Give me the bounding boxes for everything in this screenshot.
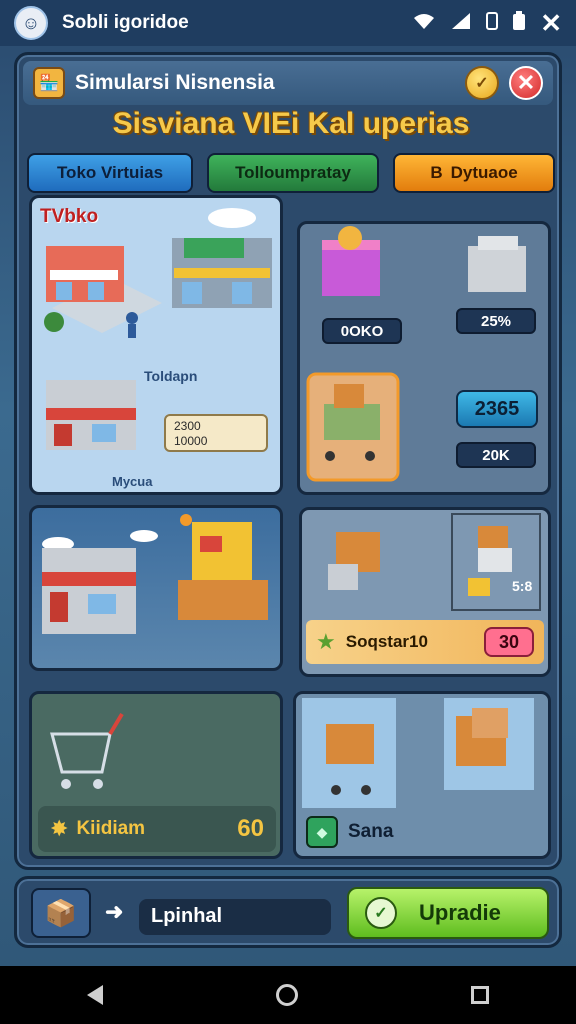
sale-label: Sana (348, 821, 394, 842)
value-badge: 2365 (456, 390, 538, 428)
battery-icon (512, 10, 526, 36)
star-icon: ★ (316, 629, 336, 654)
price-tag-3: 20K (456, 442, 536, 468)
shop-building-card[interactable] (29, 505, 283, 671)
status-icons: ✕ (412, 8, 562, 39)
recent-apps-icon[interactable] (471, 986, 490, 1004)
panel-header: 🏪 Simularsi Nisnensia ✓ ✕ (23, 61, 553, 105)
store-caption: Mycua (112, 474, 153, 489)
price-tag-1: 0OKO (322, 318, 402, 344)
system-nav-bar (0, 966, 576, 1024)
store-scene-card[interactable]: TVbko Toldapn 2300 10000 Mycua (29, 195, 283, 495)
goods-bar: ★ Soqstar10 30 (306, 620, 544, 664)
tab-toko-virtuias[interactable]: Toko Virtuias (27, 153, 193, 193)
home-icon[interactable] (275, 984, 298, 1006)
item-name-field[interactable]: Lpinhal (139, 899, 331, 935)
banner-title: Sisviana VIEi Kal uperias (112, 107, 470, 140)
cart-label: Kiidiam (76, 818, 146, 839)
tab-label: Toko Virtuias (56, 163, 164, 182)
arrow-right-icon: ➜ (105, 899, 124, 924)
cart-bar: ✸ Kiidiam 60 (38, 806, 276, 852)
upgrade-label: Upradie (419, 900, 501, 925)
tab-label: Dytuaoe (450, 163, 518, 182)
panel-title: Simularsi Nisnensia (75, 71, 275, 94)
sim-icon (486, 11, 499, 35)
sale-illustration (302, 698, 534, 808)
shield-icon: ◆ (306, 816, 338, 848)
tab-dytuaoe[interactable]: B Dytuaoe (393, 153, 555, 193)
cart-value: 60 (237, 815, 264, 842)
sale-bar: ◆ Sana (306, 812, 393, 852)
back-icon[interactable] (86, 985, 103, 1005)
status-bar: ☺ Sobli igoridoe ✕ (0, 0, 576, 46)
tab-bar: Toko Virtuias Tolloumpratay B Dytuaoe (27, 153, 555, 193)
tab-prefix: B (430, 163, 443, 182)
store-sign: Toldapn (144, 368, 198, 384)
cart-illustration (50, 712, 124, 789)
user-avatar-icon[interactable]: ☺ (14, 6, 48, 40)
store-stats-box: 2300 10000 (164, 414, 268, 452)
price-3-value: 20K (482, 446, 510, 464)
store-title: TVbko (40, 206, 99, 227)
upgrade-button[interactable]: ✓ Upradie (347, 887, 549, 939)
market-items-card[interactable]: 0OKO 25% 2365 20K (297, 221, 551, 495)
price-2-value: 25% (480, 312, 512, 330)
price-1-value: 0OKO (340, 322, 384, 340)
tab-tolloumpratay[interactable]: Tolloumpratay (207, 153, 379, 193)
goods-side-value: 5:8 (512, 578, 533, 594)
goods-bar-value[interactable]: 30 (484, 627, 534, 657)
footer-bar: 📦 ➜ Lpinhal ✓ Upradie (14, 876, 562, 948)
store-stat-1: 2300 (174, 419, 201, 433)
close-icon[interactable]: ✕ (540, 8, 562, 39)
box-icon[interactable]: 📦 (31, 888, 91, 938)
price-tag-2: 25% (456, 308, 536, 334)
sale-card[interactable]: ◆ Sana (293, 691, 551, 859)
signal-icon (450, 12, 472, 35)
store-icon: 🏪 (33, 67, 65, 99)
goods-bar-label: Soqstar10 (345, 632, 428, 651)
shop-panel: 🏪 Simularsi Nisnensia ✓ ✕ Sisviana VIEi … (14, 52, 562, 870)
shop-building-illustration (42, 514, 268, 634)
store-stat-2: 10000 (174, 434, 208, 448)
star-burst-icon: ✸ (50, 816, 69, 841)
goods-card[interactable]: 5:8 ★ Soqstar10 30 (299, 507, 551, 677)
wifi-icon (412, 12, 436, 35)
big-value: 2365 (474, 397, 520, 420)
upgrade-icon: ✓ (365, 897, 397, 929)
app-name: Sobli igoridoe (62, 12, 189, 33)
close-button[interactable]: ✕ (509, 66, 543, 100)
cart-card[interactable]: ✸ Kiidiam 60 (29, 691, 283, 859)
tab-label: Tolloumpratay (235, 163, 351, 182)
coin-icon[interactable]: ✓ (465, 66, 499, 100)
